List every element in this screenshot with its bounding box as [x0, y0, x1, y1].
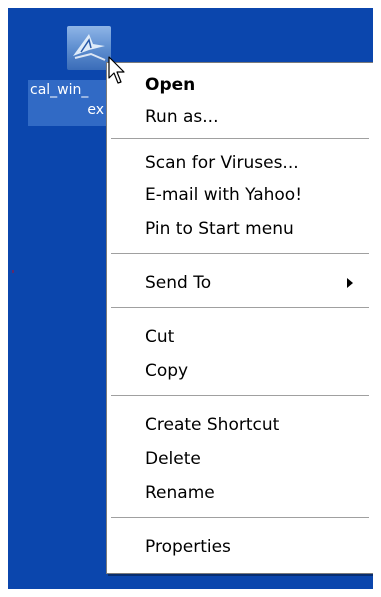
menu-item-create-shortcut[interactable]: Create Shortcut: [109, 409, 371, 441]
desktop-artifact: [12, 270, 14, 273]
menu-item-pin-start[interactable]: Pin to Start menu: [109, 213, 371, 245]
menu-separator: [111, 517, 369, 519]
menu-item-cut[interactable]: Cut: [109, 321, 371, 353]
menu-item-send-to[interactable]: Send To: [109, 267, 371, 299]
menu-separator: [111, 138, 369, 140]
menu-item-rename[interactable]: Rename: [109, 477, 371, 509]
menu-item-copy[interactable]: Copy: [109, 355, 371, 387]
application-icon[interactable]: [67, 26, 111, 70]
menu-item-properties[interactable]: Properties: [109, 531, 371, 563]
menu-item-open[interactable]: Open: [109, 69, 371, 101]
context-menu: Open Run as... Scan for Viruses... E-mai…: [106, 62, 373, 574]
desktop[interactable]: cal_win_ ex Open Run as... Scan for Viru…: [8, 8, 373, 589]
menu-separator: [111, 395, 369, 397]
arrow-cursor-icon: [108, 56, 128, 90]
menu-separator: [111, 253, 369, 255]
submenu-arrow-icon: [347, 278, 353, 288]
menu-separator: [111, 307, 369, 309]
menu-item-scan-viruses[interactable]: Scan for Viruses...: [109, 147, 371, 179]
menu-item-run-as[interactable]: Run as...: [109, 101, 371, 133]
menu-item-delete[interactable]: Delete: [109, 443, 371, 475]
menu-item-email-yahoo[interactable]: E-mail with Yahoo!: [109, 179, 371, 211]
menu-item-send-to-label: Send To: [145, 273, 212, 293]
